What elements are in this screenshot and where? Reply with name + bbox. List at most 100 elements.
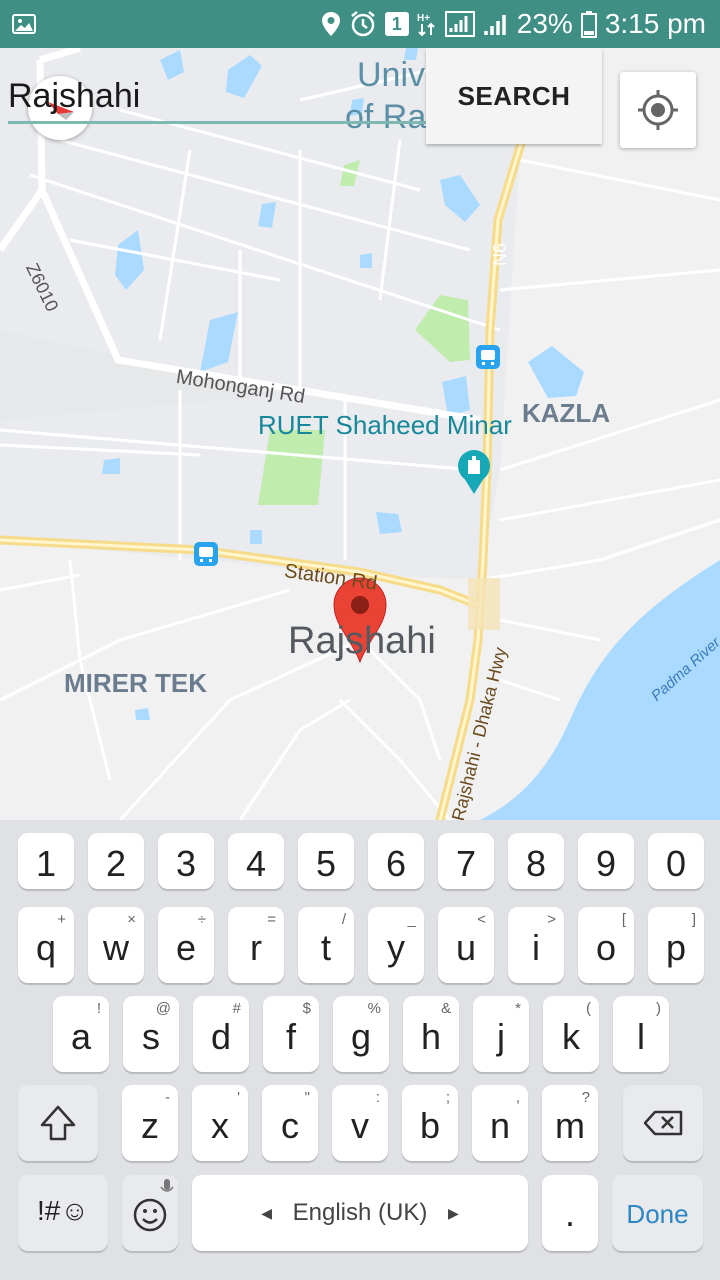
key-label: 1: [35, 843, 57, 884]
key-secondary-label: +: [57, 911, 66, 928]
key-label: u: [455, 927, 477, 968]
space-key[interactable]: ◀ English (UK) ▶: [192, 1175, 528, 1251]
number-key-8[interactable]: 8: [508, 833, 564, 889]
key-label: t: [320, 927, 331, 968]
key-secondary-label: -: [165, 1089, 170, 1106]
letter-key-x[interactable]: x ': [192, 1085, 248, 1161]
soft-keyboard: !#☺ ◀ English (UK) ▶ . Done 1 2 3 4 5 6 7 8 9 0 q +…: [0, 820, 720, 1280]
key-secondary-label: ;: [445, 1089, 450, 1106]
key-secondary-label: ×: [127, 911, 136, 928]
letter-key-j[interactable]: j *: [473, 996, 529, 1072]
letter-key-d[interactable]: d #: [193, 996, 249, 1072]
letter-key-c[interactable]: c ": [262, 1085, 318, 1161]
map-label-rajshahi: Rajshahi: [288, 620, 436, 662]
letter-key-y[interactable]: y _: [368, 907, 424, 983]
letter-key-f[interactable]: f $: [263, 996, 319, 1072]
key-secondary-label: %: [367, 1000, 381, 1017]
letter-key-o[interactable]: o[: [578, 907, 634, 983]
language-left-arrow-icon: ◀: [261, 1205, 272, 1222]
letter-key-v[interactable]: v:: [332, 1085, 388, 1161]
number-key-7[interactable]: 7: [438, 833, 494, 889]
letter-key-p[interactable]: p]: [648, 907, 704, 983]
period-key[interactable]: .: [542, 1175, 598, 1251]
key-secondary-label: <: [477, 911, 486, 928]
letter-key-r[interactable]: r =: [228, 907, 284, 983]
map-view[interactable]: Univ of Ra Z6010 N6 Mohonganj Rd RUET Sh…: [0, 48, 720, 820]
search-button[interactable]: SEARCH: [426, 48, 602, 144]
letter-key-n[interactable]: n,: [472, 1085, 528, 1161]
key-label: h: [420, 1016, 442, 1057]
search-input-underline: [8, 121, 428, 124]
battery-icon: [580, 11, 597, 38]
number-key-0[interactable]: 0: [648, 833, 704, 889]
key-secondary-label: /: [341, 911, 346, 928]
emoji-key[interactable]: [122, 1175, 178, 1251]
key-label: w: [103, 927, 129, 968]
key-secondary-label: =: [267, 911, 276, 928]
number-key-4[interactable]: 4: [228, 833, 284, 889]
key-secondary-label: ): [656, 1000, 661, 1017]
key-secondary-label: *: [515, 1000, 521, 1017]
number-key-6[interactable]: 6: [368, 833, 424, 889]
key-secondary-label: ?: [581, 1089, 590, 1106]
clock-time: 3:15 pm: [604, 8, 706, 39]
my-location-icon: [638, 90, 678, 130]
key-label: 7: [455, 843, 477, 884]
key-secondary-label: #: [232, 1000, 241, 1017]
letter-key-t[interactable]: t /: [298, 907, 354, 983]
alarm-icon: [351, 11, 375, 37]
backspace-icon: [643, 1110, 683, 1136]
key-secondary-label: [: [621, 911, 626, 928]
number-key-1[interactable]: 1: [18, 833, 74, 889]
done-key-label: Done: [626, 1199, 689, 1229]
key-label: 4: [245, 843, 267, 884]
number-key-9[interactable]: 9: [578, 833, 634, 889]
notification-count-badge: 1: [384, 12, 409, 36]
key-label: l: [637, 1016, 645, 1057]
number-key-5[interactable]: 5: [298, 833, 354, 889]
letter-key-a[interactable]: a!: [53, 996, 109, 1072]
key-secondary-label: @: [155, 1000, 171, 1017]
letter-key-h[interactable]: h &: [403, 996, 459, 1072]
letter-key-q[interactable]: q +: [18, 907, 74, 983]
key-label: 2: [105, 843, 127, 884]
key-label: p: [665, 927, 687, 968]
letter-key-w[interactable]: w ×: [88, 907, 144, 983]
shift-key[interactable]: [18, 1085, 98, 1161]
svg-text:H+: H+: [417, 13, 430, 24]
letter-key-k[interactable]: k(: [543, 996, 599, 1072]
key-secondary-label: :: [375, 1089, 380, 1106]
key-label: 9: [595, 843, 617, 884]
letter-key-g[interactable]: g%: [333, 996, 389, 1072]
my-location-button[interactable]: [620, 72, 696, 148]
letter-key-u[interactable]: u <: [438, 907, 494, 983]
letter-key-z[interactable]: z-: [122, 1085, 178, 1161]
key-secondary-label: &: [440, 1000, 451, 1017]
key-secondary-label: ]: [691, 911, 696, 928]
number-key-2[interactable]: 2: [88, 833, 144, 889]
key-label: 6: [385, 843, 407, 884]
key-label: e: [175, 927, 197, 968]
key-label: o: [595, 927, 617, 968]
letter-key-i[interactable]: i >: [508, 907, 564, 983]
symbols-key[interactable]: !#☺: [18, 1175, 108, 1251]
letter-key-e[interactable]: e ÷: [158, 907, 214, 983]
letter-key-m[interactable]: m?: [542, 1085, 598, 1161]
symbols-key-label: !#☺: [37, 1195, 89, 1226]
key-label: n: [489, 1105, 511, 1146]
key-label: d: [210, 1016, 232, 1057]
status-bar: 1 H+ 23% 3:15 pm: [0, 0, 720, 48]
letter-key-s[interactable]: s @: [123, 996, 179, 1072]
key-label: 0: [665, 843, 687, 884]
search-input[interactable]: [8, 70, 423, 122]
number-key-3[interactable]: 3: [158, 833, 214, 889]
backspace-key[interactable]: [623, 1085, 703, 1161]
key-label: y: [387, 927, 405, 968]
key-label: 3: [175, 843, 197, 884]
key-label: 8: [525, 843, 547, 884]
map-label-ruet-shaheed-minar: RUET Shaheed Minar: [258, 410, 512, 440]
letter-key-b[interactable]: b;: [402, 1085, 458, 1161]
letter-key-l[interactable]: l): [613, 996, 669, 1072]
gallery-notification-icon: [12, 14, 36, 34]
done-key[interactable]: Done: [612, 1175, 703, 1251]
